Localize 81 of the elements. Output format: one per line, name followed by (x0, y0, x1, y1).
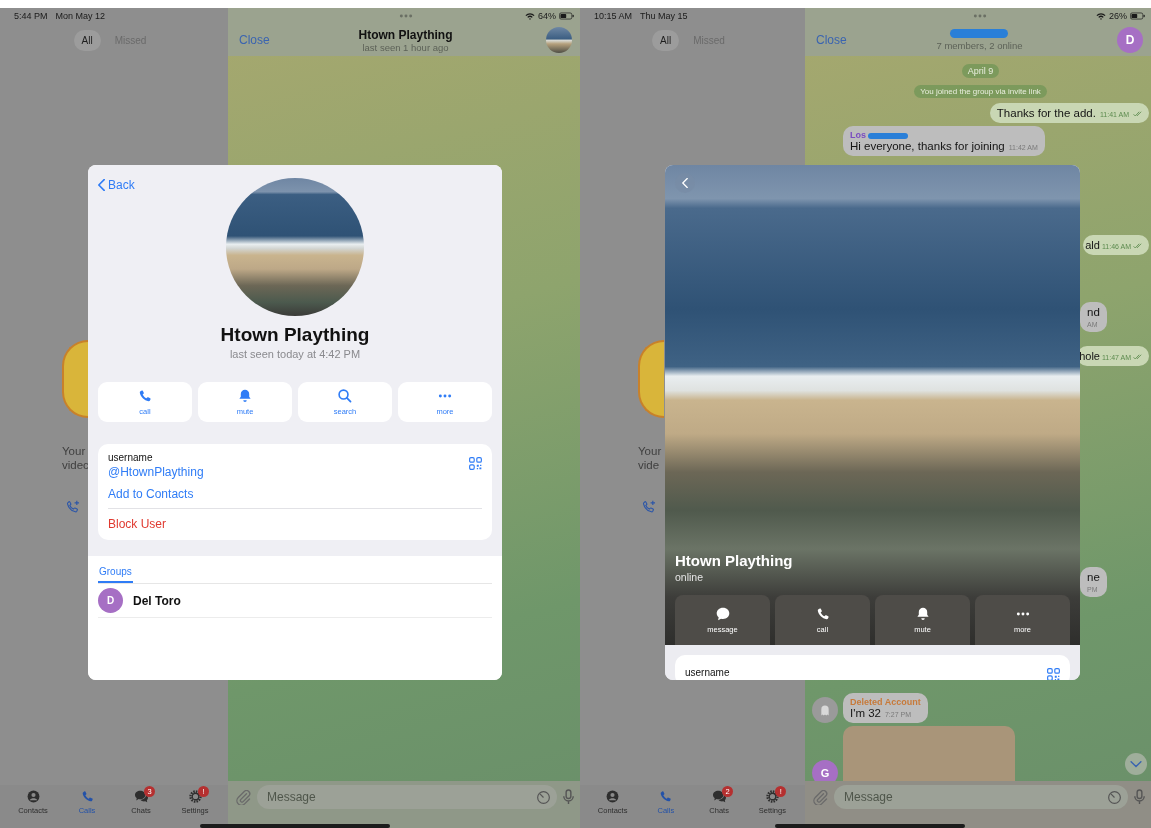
add-call-icon[interactable] (66, 500, 80, 514)
status-date: Mon May 12 (55, 11, 106, 21)
close-button[interactable]: Close (816, 33, 847, 47)
avatar[interactable]: D (1117, 27, 1143, 53)
message-field[interactable]: Message (257, 785, 557, 809)
group-name[interactable]: Del Toro (133, 593, 181, 608)
chat-subtitle: last seen 1 hour ago (362, 41, 449, 53)
status-time: 10:15 AM (594, 11, 633, 21)
add-contact-button[interactable]: Add to Contacts (108, 479, 482, 509)
profile-name: Htown Plaything (219, 324, 371, 346)
message-field[interactable]: Message (834, 785, 1128, 809)
profile-status: online (675, 571, 705, 583)
more-icon (1015, 611, 1030, 616)
settings-icon (186, 790, 204, 803)
empty-state-text: videc (62, 458, 89, 472)
sender-name: Los (850, 130, 908, 140)
battery-percent: 64% (538, 11, 556, 21)
ghost-icon (820, 704, 830, 716)
message-text: Thanks for the add. (996, 107, 1096, 119)
groups-tab[interactable]: Groups (98, 566, 133, 583)
redaction-mark (950, 29, 1009, 38)
message-text: ne (1087, 571, 1100, 583)
service-message: You joined the group via invite link (914, 85, 1047, 98)
paperclip-icon[interactable] (236, 790, 251, 805)
status-date: Thu May 15 (640, 11, 688, 21)
battery-icon (559, 12, 574, 20)
speech-bubbles-icon (132, 790, 150, 803)
wifi-icon (525, 11, 535, 21)
bell-icon (238, 388, 252, 403)
empty-state-text: Your (62, 444, 87, 458)
profile-name: Htown Plaything (675, 552, 794, 569)
message-text: ald (1085, 239, 1100, 251)
battery-icon (1130, 12, 1145, 20)
filter-tab[interactable]: All (73, 29, 101, 51)
phone-icon (138, 388, 152, 403)
chevron-left-icon (98, 179, 105, 191)
wifi-icon (1096, 11, 1106, 21)
timer-icon[interactable] (1108, 790, 1121, 804)
date-badge: April 9 (961, 64, 1000, 78)
message-text: Hi everyone, thanks for joining (850, 140, 1005, 152)
field-label: username (108, 452, 154, 463)
message-text: hole (1079, 350, 1100, 362)
speech-bubble-icon (715, 606, 730, 621)
more-icon (438, 393, 452, 398)
search-icon (338, 388, 352, 403)
bell-icon (915, 606, 930, 621)
empty-state-text: Your (638, 444, 662, 458)
field-label: username (685, 666, 730, 678)
multitask-dots-icon (399, 14, 413, 18)
back-button[interactable]: Back (98, 178, 135, 192)
message-text: I'm 32 (850, 707, 881, 719)
speech-bubbles-icon (710, 790, 728, 803)
empty-state-text: vide (638, 458, 661, 472)
group-avatar[interactable]: D (98, 588, 123, 613)
sender-name: Deleted Account (850, 697, 921, 707)
qr-code-icon[interactable] (1047, 668, 1060, 680)
multitask-dots-icon (973, 14, 987, 18)
message-text: nd (1087, 306, 1100, 318)
add-call-icon[interactable] (642, 500, 656, 514)
paperclip-icon[interactable] (813, 790, 828, 805)
avatar[interactable] (812, 697, 838, 723)
status-time: 5:44 PM (14, 11, 48, 21)
chat-title: Htown Plaything (358, 27, 453, 42)
scroll-down-button[interactable] (1125, 753, 1147, 775)
chat-subtitle: 7 members, 2 online (936, 40, 1023, 51)
profile-status: last seen today at 4:42 PM (228, 348, 362, 360)
close-button[interactable]: Close (239, 33, 270, 47)
battery-percent: 26% (1109, 11, 1127, 21)
chevron-left-icon (682, 178, 688, 188)
settings-icon (763, 790, 781, 803)
timer-icon[interactable] (537, 790, 550, 804)
avatar-photo[interactable] (546, 27, 572, 53)
phone-icon (815, 606, 830, 621)
block-user-button[interactable]: Block User (108, 509, 482, 540)
microphone-icon[interactable] (1134, 789, 1145, 805)
microphone-icon[interactable] (563, 789, 574, 805)
qr-code-icon[interactable] (469, 457, 482, 470)
filter-tab[interactable]: All (652, 29, 680, 51)
username-link[interactable]: @HtownPlaything (108, 465, 204, 479)
avatar[interactable]: G (812, 760, 838, 781)
chevron-down-icon (1130, 760, 1142, 768)
